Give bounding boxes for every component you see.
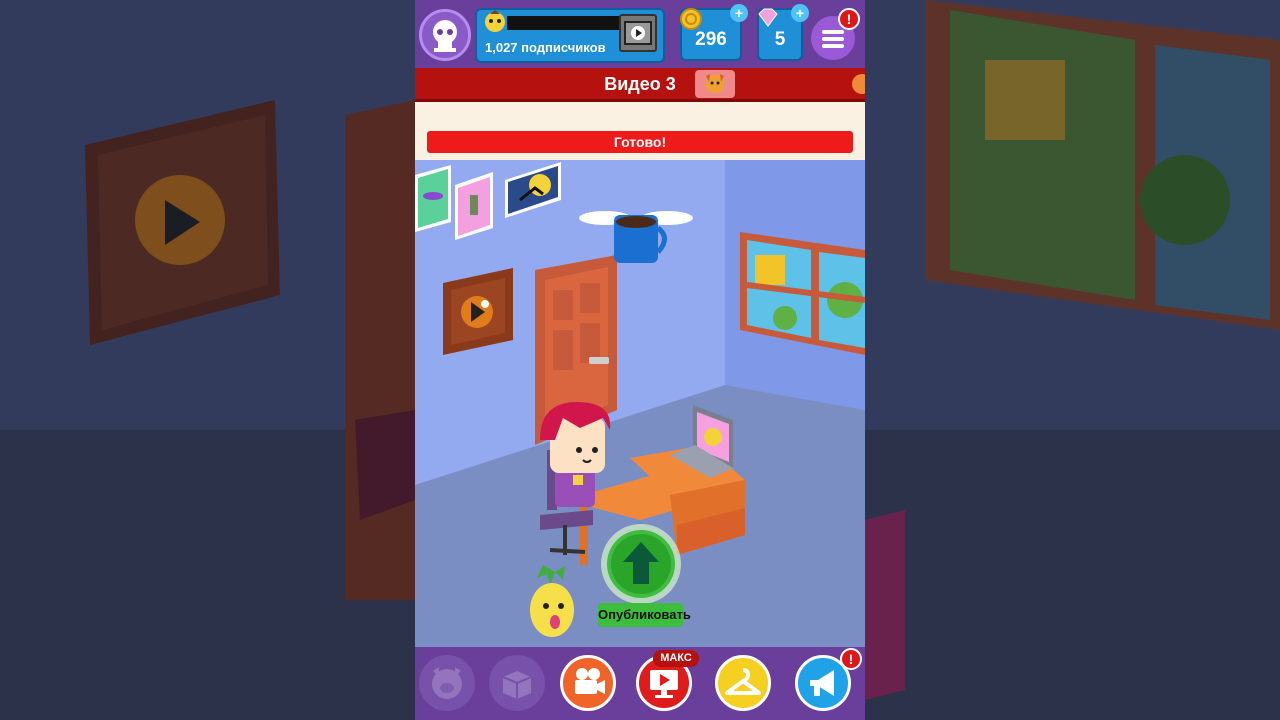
- subscriber-count: 1,027 подписчиков: [485, 40, 606, 55]
- play-tv-icon: [624, 21, 652, 45]
- publish-button-icon[interactable]: [601, 524, 681, 604]
- wall-frame-play: [443, 268, 513, 355]
- pets-button[interactable]: [419, 655, 475, 711]
- ready-status-bar: Готово!: [427, 131, 853, 153]
- background-left: [0, 0, 415, 720]
- background-right: [865, 0, 1280, 720]
- gems-value: 5: [774, 29, 786, 50]
- hanger-icon: [725, 668, 761, 695]
- banner-edge-icon: [852, 74, 865, 94]
- record-video-button[interactable]: [560, 655, 616, 711]
- poster-ufo: [415, 165, 451, 232]
- play-tv-button[interactable]: [619, 14, 657, 52]
- menu-alert-badge: !: [838, 8, 860, 30]
- subscriber-panel[interactable]: 1,027 подписчиков: [475, 8, 665, 63]
- pig-icon: [432, 667, 462, 699]
- coins-counter[interactable]: 296 +: [680, 4, 748, 61]
- game-screen: Опубликовать 1,027 подписчиков 296 + 5 +…: [0, 0, 1280, 720]
- storage-button[interactable]: [489, 655, 545, 711]
- game-viewport: Опубликовать 1,027 подписчиков 296 + 5 +…: [415, 0, 865, 720]
- max-badge: МАКС: [653, 650, 699, 667]
- add-gems-button[interactable]: +: [791, 4, 809, 22]
- gems-counter[interactable]: 5 +: [757, 4, 809, 61]
- video-title: Видео 3: [604, 74, 676, 94]
- subscriber-progress-bar: [507, 16, 625, 30]
- megaphone-icon: [810, 670, 834, 696]
- gem-icon: [758, 8, 778, 27]
- add-coins-button[interactable]: +: [730, 4, 748, 22]
- subscriber-face-icon: [485, 10, 505, 32]
- video-status-panel: Готово!: [415, 102, 865, 160]
- top-hud: 1,027 подписчиков 296 + 5 + !: [415, 0, 865, 68]
- coins-value: 296: [695, 29, 727, 50]
- skull-avatar-icon: [433, 20, 457, 52]
- profile-button[interactable]: [419, 9, 471, 61]
- promote-alert-badge: !: [840, 648, 862, 670]
- camera-icon: [575, 668, 605, 694]
- publish-button[interactable]: Опубликовать: [598, 603, 691, 627]
- coin-icon: [680, 8, 702, 30]
- video-banner: Видео 3: [415, 68, 865, 102]
- wardrobe-button[interactable]: [715, 655, 771, 711]
- dog-face-icon: [695, 70, 735, 98]
- box-icon: [502, 671, 532, 699]
- bottom-nav: МАКС !: [415, 647, 865, 720]
